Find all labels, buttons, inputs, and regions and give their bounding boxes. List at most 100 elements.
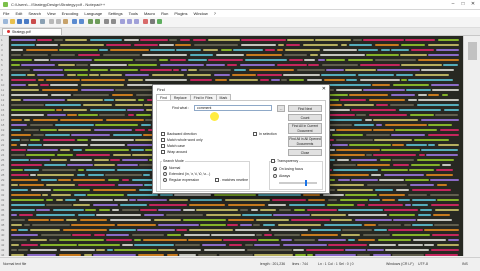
code-segment xyxy=(328,83,371,86)
transparency-slider-knob[interactable] xyxy=(305,180,307,186)
menu-window[interactable]: Window xyxy=(191,10,211,17)
cut-icon[interactable] xyxy=(49,19,54,24)
code-segment xyxy=(198,253,217,256)
code-segment xyxy=(11,83,26,86)
record-macro-icon[interactable] xyxy=(143,19,148,24)
word-wrap-icon[interactable] xyxy=(127,19,132,24)
code-segment xyxy=(58,178,71,181)
menu-plugins[interactable]: Plugins xyxy=(171,10,190,17)
menu-file[interactable]: File xyxy=(0,10,12,17)
find-all-current-button[interactable]: Find All in Current Document xyxy=(288,123,322,134)
sync-scroll-icon[interactable] xyxy=(120,19,125,24)
find-dialog-close-icon[interactable]: ✕ xyxy=(322,86,326,92)
close-file-icon[interactable] xyxy=(31,19,36,24)
find-icon[interactable] xyxy=(88,19,93,24)
maximize-button[interactable]: □ xyxy=(458,1,468,8)
close-window-button[interactable]: ✕ xyxy=(468,1,478,8)
always-radio[interactable] xyxy=(273,174,277,178)
code-segment xyxy=(247,248,292,251)
code-segment xyxy=(215,78,227,81)
code-segment xyxy=(78,183,115,186)
code-segment xyxy=(90,38,122,41)
menu-help[interactable]: ? xyxy=(211,10,219,17)
menu-edit[interactable]: Edit xyxy=(12,10,25,17)
vertical-scrollbar[interactable] xyxy=(463,36,480,256)
play-macro-icon[interactable] xyxy=(157,19,162,24)
wrap-around-checkbox[interactable] xyxy=(161,150,165,154)
code-segment xyxy=(307,208,337,211)
stop-macro-icon[interactable] xyxy=(150,19,155,24)
code-segment xyxy=(443,63,458,66)
code-segment xyxy=(349,143,391,146)
code-segment xyxy=(99,208,110,211)
code-segment xyxy=(272,198,306,201)
code-segment xyxy=(58,63,75,66)
find-what-input[interactable]: comment xyxy=(194,105,272,111)
scrollbar-thumb[interactable] xyxy=(468,42,477,60)
menu-tools[interactable]: Tools xyxy=(126,10,141,17)
code-segment xyxy=(44,163,66,166)
backward-checkbox[interactable] xyxy=(161,132,165,136)
print-icon[interactable] xyxy=(40,19,45,24)
dot-newline-checkbox[interactable] xyxy=(215,178,219,182)
find-next-button[interactable]: Find Next xyxy=(288,105,322,112)
code-segment xyxy=(63,108,87,111)
in-selection-checkbox[interactable] xyxy=(253,132,257,136)
code-segment xyxy=(30,173,36,176)
code-segment xyxy=(38,78,44,81)
replace-icon[interactable] xyxy=(95,19,100,24)
line-number: 37 xyxy=(1,218,5,222)
code-segment xyxy=(33,133,44,136)
code-segment xyxy=(140,68,172,71)
whole-word-checkbox[interactable] xyxy=(161,138,165,142)
code-segment xyxy=(115,88,152,91)
paste-icon[interactable] xyxy=(63,19,68,24)
undo-icon[interactable] xyxy=(72,19,77,24)
code-segment xyxy=(128,63,157,66)
menu-search[interactable]: Search xyxy=(25,10,44,17)
document-tab[interactable]: Strategy.pdf xyxy=(2,28,62,35)
code-segment xyxy=(442,93,448,96)
code-segment xyxy=(81,78,125,81)
menu-view[interactable]: View xyxy=(44,10,59,17)
transparency-checkbox[interactable] xyxy=(271,159,275,163)
new-file-icon[interactable] xyxy=(3,19,8,24)
extended-mode-label: Extended (\n, \r, \t, \0, \x...) xyxy=(169,172,211,176)
code-segment xyxy=(188,238,222,241)
show-all-chars-icon[interactable] xyxy=(134,19,139,24)
code-segment xyxy=(337,158,349,161)
save-all-icon[interactable] xyxy=(24,19,29,24)
menu-settings[interactable]: Settings xyxy=(105,10,125,17)
code-segment xyxy=(96,248,105,251)
code-segment xyxy=(338,178,350,181)
minimize-button[interactable]: – xyxy=(448,1,458,8)
close-button[interactable]: Close xyxy=(288,149,322,156)
code-segment xyxy=(11,193,41,196)
on-losing-focus-radio[interactable] xyxy=(273,167,277,171)
find-history-dropdown[interactable]: ... xyxy=(277,105,285,112)
transparency-title: Transparency xyxy=(276,159,300,163)
extended-mode-radio[interactable] xyxy=(163,172,167,176)
copy-icon[interactable] xyxy=(56,19,61,24)
code-segment xyxy=(137,228,175,231)
menu-language[interactable]: Language xyxy=(81,10,105,17)
open-file-icon[interactable] xyxy=(10,19,15,24)
regex-mode-radio[interactable] xyxy=(163,178,167,182)
menu-macro[interactable]: Macro xyxy=(141,10,158,17)
code-segment xyxy=(363,88,405,91)
find-all-opened-button[interactable]: Find All in All Opened Documents xyxy=(288,136,322,147)
transparency-slider[interactable] xyxy=(279,180,317,186)
save-icon[interactable] xyxy=(17,19,22,24)
count-button[interactable]: Count xyxy=(288,114,322,121)
code-segment xyxy=(418,213,431,216)
zoom-out-icon[interactable] xyxy=(111,19,116,24)
code-segment xyxy=(219,253,253,256)
code-segment xyxy=(19,183,44,186)
normal-mode-radio[interactable] xyxy=(163,166,167,170)
match-case-checkbox[interactable] xyxy=(161,144,165,148)
code-segment xyxy=(357,253,370,256)
menu-run[interactable]: Run xyxy=(158,10,171,17)
menu-encoding[interactable]: Encoding xyxy=(59,10,82,17)
zoom-in-icon[interactable] xyxy=(104,19,109,24)
redo-icon[interactable] xyxy=(79,19,84,24)
